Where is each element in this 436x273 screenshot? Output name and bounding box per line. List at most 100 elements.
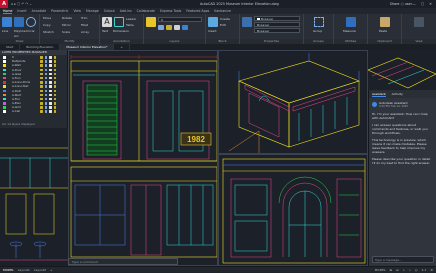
layer-color-swatch[interactable] <box>3 102 6 105</box>
create-block-tool[interactable]: Create <box>220 17 230 21</box>
layer-match-icon[interactable] <box>182 25 188 30</box>
fillet-tool[interactable]: Fillet <box>81 23 88 27</box>
layer-toggle-icon[interactable] <box>44 60 47 63</box>
layer-row[interactable]: A-Ceil <box>0 109 67 113</box>
layout1-tab[interactable]: Layout1 <box>18 267 30 272</box>
grid-icon[interactable]: ⊞ <box>390 267 393 272</box>
layer-toggle-icon[interactable] <box>49 102 52 105</box>
layer-toggle-icon[interactable] <box>49 110 52 113</box>
layer-color-swatch[interactable] <box>3 60 6 63</box>
layer-color-swatch[interactable] <box>3 81 6 84</box>
layer-toggle-icon[interactable] <box>49 76 52 80</box>
model-space-toggle[interactable]: MODEL <box>375 267 386 272</box>
leader-tool[interactable]: Leader <box>126 17 136 21</box>
layout2-tab[interactable]: Layout2 <box>34 267 46 272</box>
layer-toggle-icon[interactable] <box>44 72 47 76</box>
stretch-tool[interactable]: Stretch <box>43 30 54 34</box>
layer-state-icons[interactable] <box>40 93 64 97</box>
view-icon[interactable] <box>414 17 424 27</box>
layer-toggle-icon[interactable] <box>53 93 56 97</box>
circle-icon[interactable] <box>26 17 36 27</box>
layer-toggle-icon[interactable] <box>53 60 56 63</box>
layer-toggle-icon[interactable] <box>44 102 47 105</box>
arc-label[interactable]: Arc <box>14 34 19 38</box>
dimension-icon[interactable] <box>114 17 124 27</box>
layer-state-icons[interactable] <box>40 106 64 109</box>
layer-color-swatch[interactable] <box>3 72 6 76</box>
layer-color-swatch[interactable] <box>3 76 6 80</box>
layer-toggle-icon[interactable] <box>44 97 47 101</box>
layer-toggle-icon[interactable] <box>53 97 56 101</box>
layer-state-icons[interactable] <box>40 97 64 101</box>
layer-toggle-icon[interactable] <box>40 89 43 92</box>
layer-toggle-icon[interactable] <box>40 56 43 59</box>
viewport-isometric-extension[interactable] <box>368 50 436 90</box>
layer-state-icons[interactable] <box>40 60 64 63</box>
copy-tool[interactable]: Copy <box>43 23 51 27</box>
layer-toggle-icon[interactable] <box>40 110 43 113</box>
layer-toggle-icon[interactable] <box>49 56 52 59</box>
layer-toggle-icon[interactable] <box>53 76 56 80</box>
measure-icon[interactable] <box>346 17 356 27</box>
layer-toggle-icon[interactable] <box>49 85 52 88</box>
command-line[interactable]: Type a command <box>68 258 178 265</box>
text-icon[interactable]: A <box>102 17 112 27</box>
color-dropdown[interactable]: ByLayer <box>254 16 300 21</box>
layer-toggle-icon[interactable] <box>53 102 56 105</box>
layer-toggle-icon[interactable] <box>40 102 43 105</box>
layer-toggle-icon[interactable] <box>40 93 43 97</box>
polar-icon[interactable]: ◎ <box>415 267 418 272</box>
layer-color-swatch[interactable] <box>3 68 6 72</box>
lineweight-dropdown[interactable]: ByLayer <box>254 22 300 27</box>
layer-toggle-icon[interactable] <box>53 89 56 92</box>
edit-block-tool[interactable]: Edit <box>220 23 226 27</box>
activity-tab[interactable]: Activity <box>392 92 403 96</box>
insert-block-icon[interactable] <box>208 17 218 27</box>
polyline-icon[interactable] <box>14 17 24 27</box>
group-icon[interactable] <box>314 17 324 27</box>
layer-toggle-icon[interactable] <box>49 93 52 97</box>
layer-toggle-icon[interactable] <box>53 68 56 72</box>
chat-input[interactable]: Type a message... <box>372 256 434 263</box>
layer-toggle-icon[interactable] <box>49 106 52 109</box>
layer-toggle-icon[interactable] <box>40 60 43 63</box>
layer-color-swatch[interactable] <box>3 56 6 59</box>
layer-color-swatch[interactable] <box>3 85 6 88</box>
layer-color-swatch[interactable] <box>3 93 6 97</box>
mirror-tool[interactable]: Mirror <box>62 23 71 27</box>
layer-state-icons[interactable] <box>40 72 64 76</box>
snap-icon[interactable]: ⊟ <box>396 267 399 272</box>
layer-toggle-icon[interactable] <box>53 81 56 84</box>
layer-toggle-icon[interactable] <box>40 76 43 80</box>
layer-toggle-icon[interactable] <box>40 81 43 84</box>
layer-state-icons[interactable] <box>40 56 64 59</box>
layer-toggle-icon[interactable] <box>44 56 47 59</box>
layer-toggle-icon[interactable] <box>49 89 52 92</box>
layer-state-icons[interactable] <box>40 64 64 67</box>
layer-lock-icon[interactable] <box>174 25 180 30</box>
layer-toggle-icon[interactable] <box>49 64 52 67</box>
layer-toggle-icon[interactable] <box>49 60 52 63</box>
linetype-dropdown[interactable]: ByLayer <box>254 28 300 33</box>
assistant-tab[interactable]: Assistant <box>372 92 386 97</box>
layer-color-swatch[interactable] <box>3 106 6 109</box>
paste-icon[interactable] <box>380 17 390 27</box>
drawing-canvas[interactable]: 1982 <box>68 50 368 266</box>
layer-toggle-icon[interactable] <box>40 85 43 88</box>
layer-color-swatch[interactable] <box>3 89 6 92</box>
window-controls[interactable]: — ▢ ✕ <box>412 2 434 6</box>
layer-state-icons[interactable] <box>40 76 64 80</box>
layer-toggle-icon[interactable] <box>44 64 47 67</box>
annotation-scale[interactable]: 1:1 <box>421 267 426 272</box>
layer-toggle-icon[interactable] <box>44 93 47 97</box>
viewport-facade[interactable] <box>218 154 368 266</box>
layer-toggle-icon[interactable] <box>40 68 43 72</box>
viewport-isometric[interactable] <box>218 50 368 154</box>
layer-toggle-icon[interactable] <box>44 89 47 92</box>
layer-color-swatch[interactable] <box>3 110 6 113</box>
layer-state-icons[interactable] <box>40 110 64 113</box>
layer-freeze-icon[interactable] <box>166 25 172 30</box>
rotate-tool[interactable]: Rotate <box>62 16 72 20</box>
layer-toggle-icon[interactable] <box>40 106 43 109</box>
layer-state-icons[interactable] <box>40 81 64 84</box>
